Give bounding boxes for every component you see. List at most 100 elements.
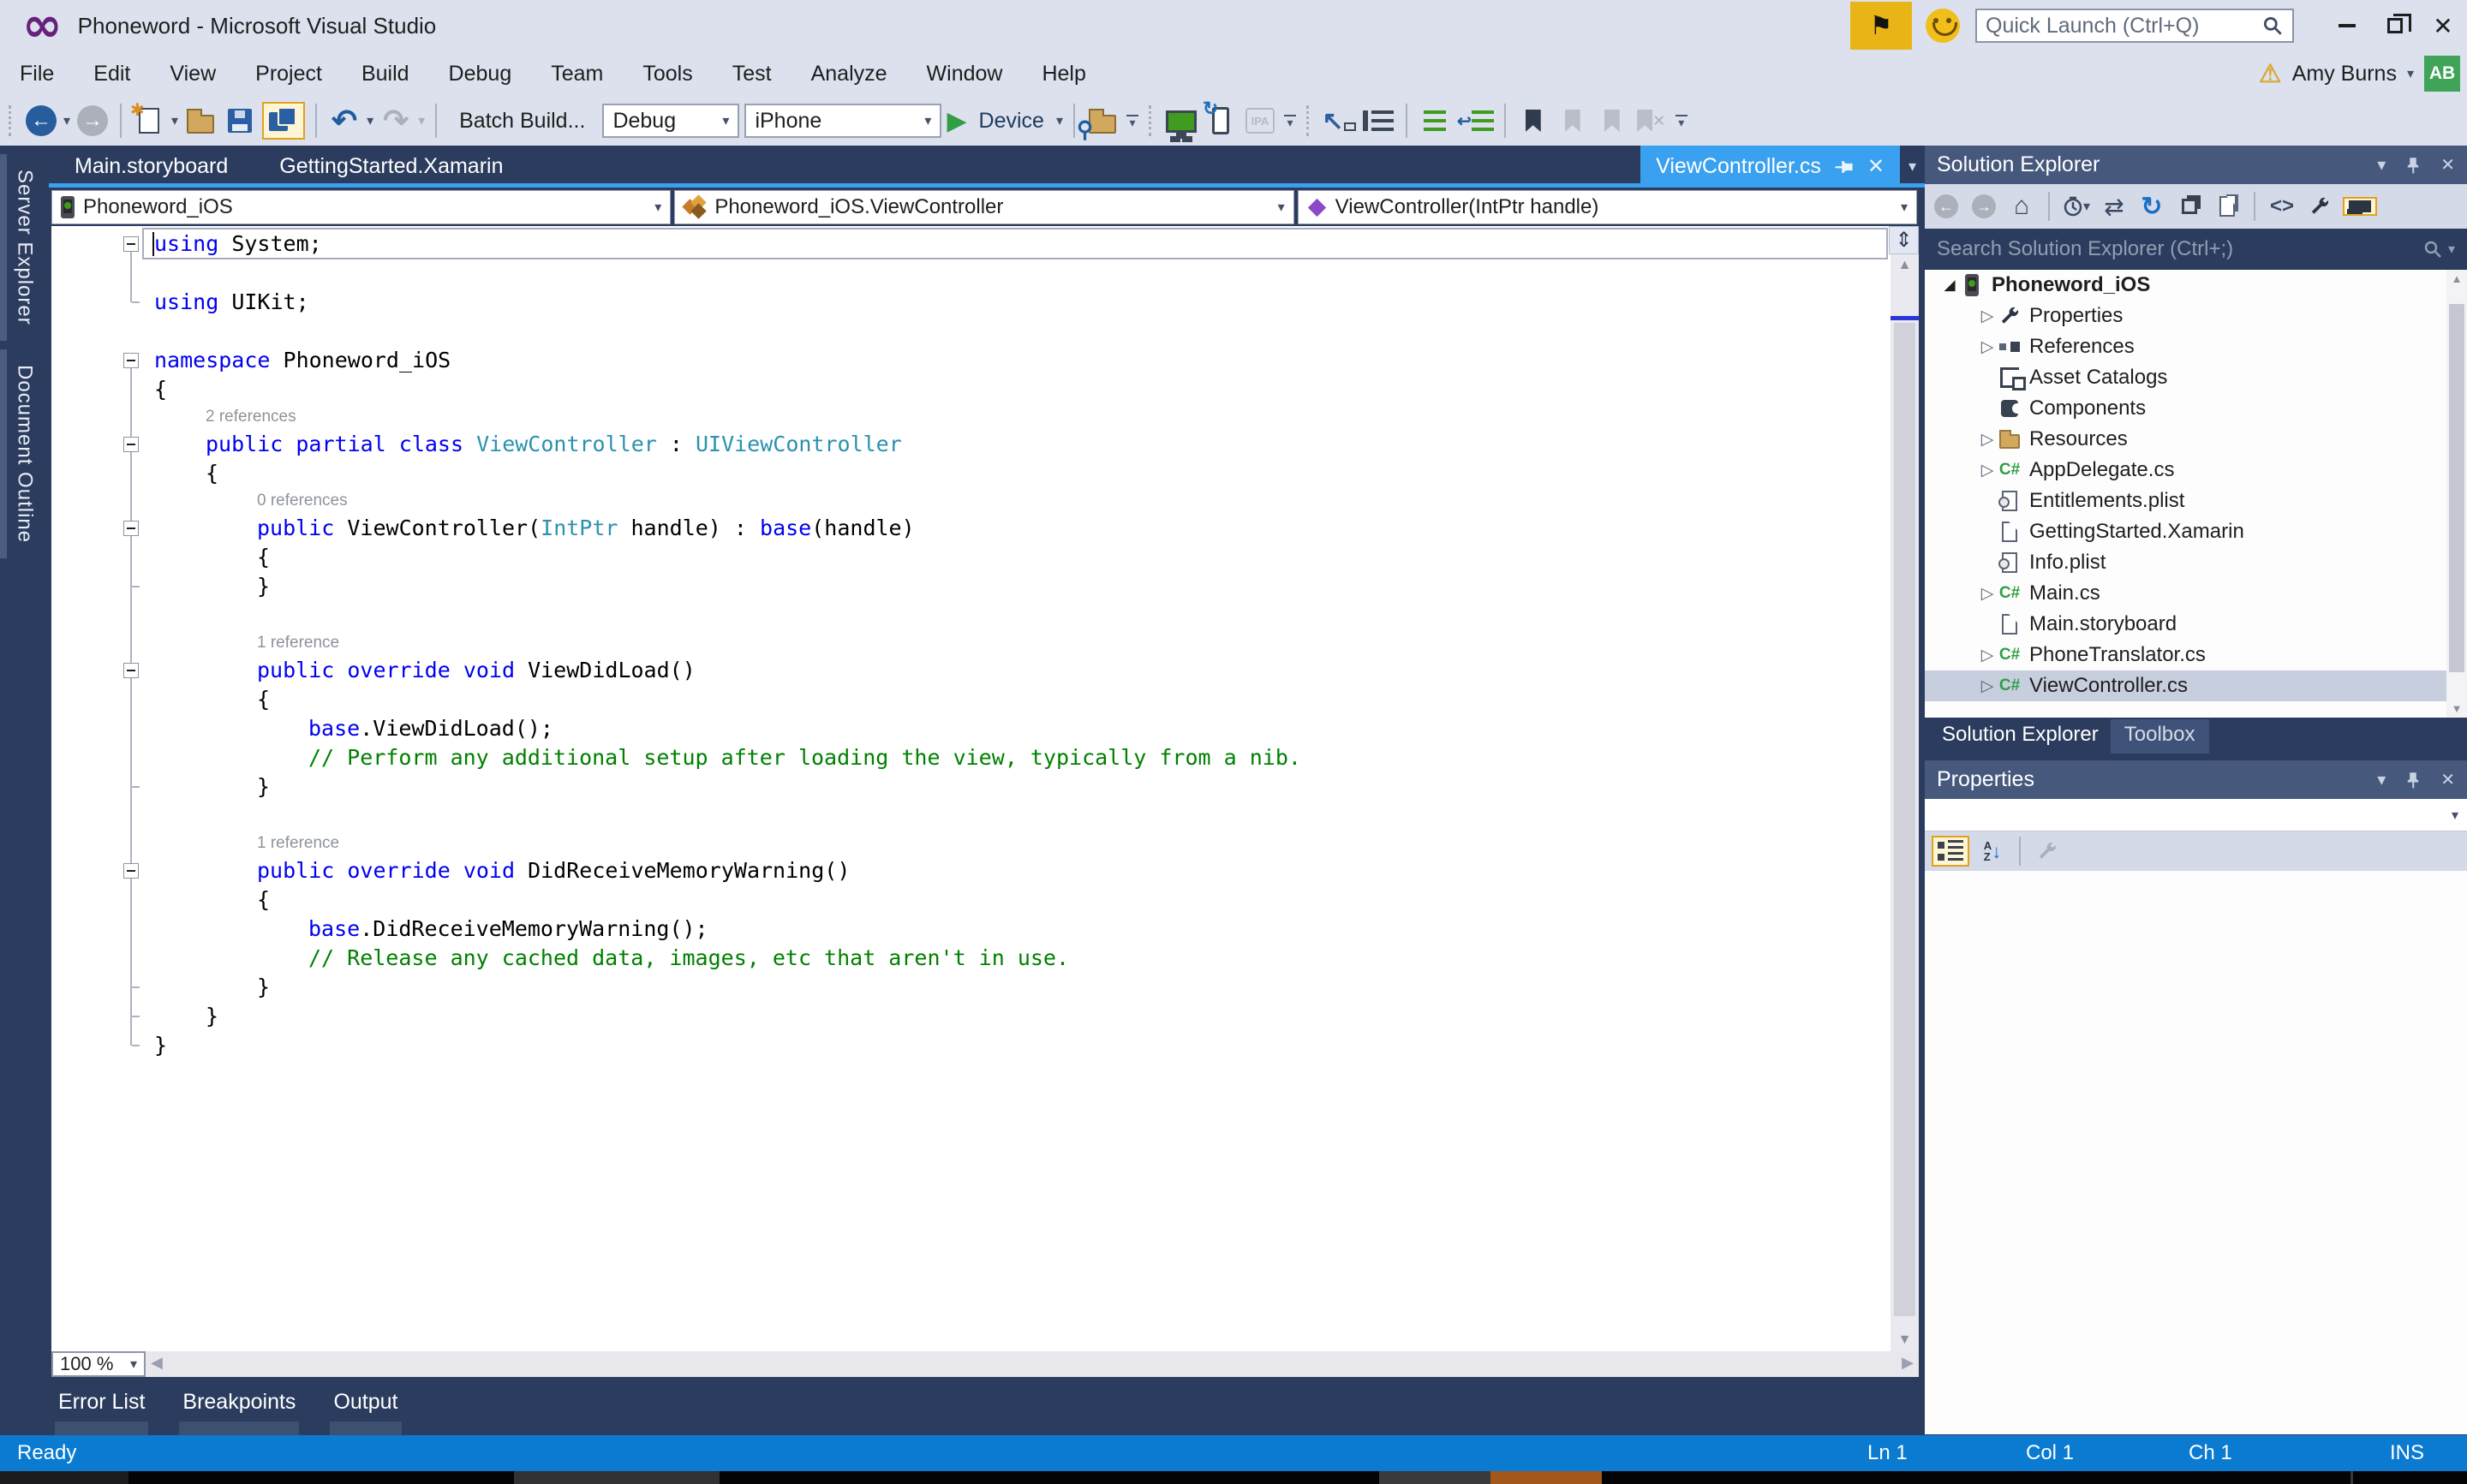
- menu-item-team[interactable]: Team: [531, 51, 623, 96]
- member-dropdown[interactable]: ViewController(IntPtr handle) ▾: [1297, 190, 1917, 224]
- properties-header[interactable]: Properties ▾ ✕: [1925, 760, 2467, 799]
- avatar[interactable]: AB: [2424, 56, 2460, 92]
- batch-build-button[interactable]: Batch Build...: [447, 109, 597, 134]
- close-button[interactable]: ✕: [2419, 2, 2467, 50]
- property-pages-wrench-icon[interactable]: [2033, 835, 2062, 867]
- fold-collapse-box[interactable]: [123, 353, 139, 368]
- menu-item-test[interactable]: Test: [713, 51, 791, 96]
- pending-changes-filter-icon[interactable]: ▾: [2062, 190, 2091, 223]
- minimize-button[interactable]: [2323, 2, 2371, 50]
- tree-item-phoneword-ios[interactable]: ◢ Phoneword_iOS: [1925, 270, 2467, 301]
- codelens-references[interactable]: 2 references: [51, 404, 1919, 430]
- menu-item-file[interactable]: File: [0, 51, 74, 96]
- clear-bookmarks-button[interactable]: ✕: [1634, 102, 1669, 140]
- fold-collapse-box[interactable]: [123, 437, 139, 452]
- feedback-smiley-button[interactable]: [1926, 9, 1960, 43]
- new-file-chevron-icon[interactable]: ▾: [171, 112, 178, 129]
- increase-indent-button[interactable]: ↩: [1457, 102, 1494, 140]
- scroll-up-icon[interactable]: ▲: [2446, 272, 2467, 285]
- quick-launch-input[interactable]: Quick Launch (Ctrl+Q): [1975, 9, 2294, 43]
- decrease-indent-button[interactable]: [1418, 102, 1452, 140]
- tree-item-main-storyboard[interactable]: Main.storyboard: [1925, 609, 2467, 640]
- toolbar-grip[interactable]: [9, 105, 15, 136]
- side-tab-server-explorer[interactable]: Server Explorer: [0, 154, 49, 341]
- preview-selected-items-toggle[interactable]: [2343, 197, 2377, 216]
- tree-item-components[interactable]: Components: [1925, 393, 2467, 424]
- collapse-all-icon[interactable]: [2175, 190, 2204, 223]
- navigate-back-chevron-icon[interactable]: ▾: [63, 112, 70, 129]
- undo-chevron-icon[interactable]: ▾: [367, 112, 373, 129]
- tree-item-gettingstarted-xamarin[interactable]: GettingStarted.Xamarin: [1925, 516, 2467, 547]
- type-dropdown[interactable]: Phoneword_iOS.ViewController ▾: [674, 190, 1294, 224]
- toolbar-overflow-icon[interactable]: ▾: [1675, 115, 1687, 128]
- tree-item-viewcontroller-cs[interactable]: ▷ C# ViewController.cs: [1925, 670, 2467, 701]
- start-debug-button[interactable]: ▶ Device ▾: [947, 102, 1063, 140]
- restore-button[interactable]: [2371, 2, 2419, 50]
- properties-wrench-icon[interactable]: [2305, 190, 2334, 223]
- tree-item-entitlements-plist[interactable]: Entitlements.plist: [1925, 486, 2467, 516]
- scrollbar-thumb[interactable]: [2449, 304, 2464, 672]
- solution-explorer-header[interactable]: Solution Explorer ▾ ✕: [1925, 146, 2467, 184]
- device-rotate-button[interactable]: ↻: [1203, 98, 1238, 140]
- tree-item-resources[interactable]: ▷ Resources: [1925, 424, 2467, 455]
- solution-explorer-search[interactable]: Search Solution Explorer (Ctrl+;) ▾: [1925, 229, 2467, 270]
- fold-collapse-box[interactable]: [123, 663, 139, 678]
- tree-item-references[interactable]: ▷ References: [1925, 331, 2467, 362]
- tab-viewcontroller-cs[interactable]: ViewController.cs ✕: [1640, 146, 1900, 188]
- previous-bookmark-button[interactable]: [1556, 102, 1590, 140]
- fold-collapse-box[interactable]: [123, 521, 139, 536]
- document-outline-button[interactable]: [1361, 102, 1395, 140]
- expander-collapsed-icon[interactable]: ▷: [1978, 430, 1997, 450]
- expander-collapsed-icon[interactable]: ▷: [1978, 337, 1997, 357]
- tab-gettingstarted-xamarin[interactable]: GettingStarted.Xamarin: [254, 146, 529, 188]
- expander-collapsed-icon[interactable]: ▷: [1978, 461, 1997, 480]
- pin-icon[interactable]: [2404, 157, 2422, 174]
- toolbar-grip[interactable]: [1305, 105, 1313, 136]
- home-icon[interactable]: ⌂: [2007, 190, 2036, 223]
- bottom-tab-breakpoints[interactable]: Breakpoints: [179, 1377, 300, 1435]
- solution-configuration-combo[interactable]: Debug ▾: [602, 104, 740, 138]
- menu-item-help[interactable]: Help: [1022, 51, 1105, 96]
- toolbar-grip[interactable]: [1148, 105, 1156, 136]
- menu-item-analyze[interactable]: Analyze: [791, 51, 907, 96]
- toggle-bookmark-button[interactable]: [1516, 102, 1550, 140]
- tree-item-main-cs[interactable]: ▷ C# Main.cs: [1925, 578, 2467, 609]
- publish-ipa-button[interactable]: IPA: [1243, 102, 1277, 140]
- tab-main-storyboard[interactable]: Main.storyboard: [49, 146, 254, 188]
- tree-vertical-scrollbar[interactable]: ▲ ▼: [2446, 270, 2467, 718]
- open-file-button[interactable]: [183, 102, 218, 140]
- solution-tree[interactable]: ◢ Phoneword_iOS ▷ Properties ▷ References Asse…: [1925, 270, 2467, 718]
- select-pointer-button[interactable]: ↖: [1322, 102, 1356, 140]
- toolbar-overflow-icon[interactable]: ▾: [1283, 115, 1296, 128]
- menu-item-debug[interactable]: Debug: [429, 51, 532, 96]
- expander-collapsed-icon[interactable]: ▷: [1978, 676, 1997, 696]
- properties-object-combo[interactable]: ▾: [1925, 799, 2467, 831]
- save-all-button[interactable]: [262, 102, 306, 140]
- expander-collapsed-icon[interactable]: ▷: [1978, 646, 1997, 665]
- code-editor[interactable]: using System; using UIKit; namespace Phone…: [51, 226, 1919, 1351]
- editor-horizontal-scrollbar[interactable]: ◀ ▶: [146, 1351, 1919, 1377]
- ios-simulator-button[interactable]: [1164, 102, 1198, 140]
- editor-zoom-combo[interactable]: 100 % ▾: [51, 1351, 146, 1377]
- window-menu-chevron-icon[interactable]: ▾: [2377, 154, 2386, 176]
- scroll-down-icon[interactable]: ▼: [2446, 702, 2467, 715]
- project-dropdown[interactable]: Phoneword_iOS ▾: [51, 190, 672, 224]
- alphabetical-sort-button[interactable]: A Z ↓: [1978, 835, 2007, 867]
- tree-item-phonetranslator-cs[interactable]: ▷ C# PhoneTranslator.cs: [1925, 640, 2467, 670]
- expander-expanded-icon[interactable]: ◢: [1940, 277, 1959, 294]
- editor-vertical-scrollbar[interactable]: ▲ ▼: [1891, 254, 1919, 1351]
- signed-in-user[interactable]: Amy Burns: [2292, 62, 2397, 86]
- tab-list-chevron-icon[interactable]: ▾: [1900, 146, 1925, 188]
- forward-button[interactable]: →: [1969, 190, 1998, 223]
- expander-collapsed-icon[interactable]: ▷: [1978, 307, 1997, 326]
- menu-item-window[interactable]: Window: [907, 51, 1023, 96]
- next-bookmark-button[interactable]: [1595, 102, 1629, 140]
- search-options-chevron-icon[interactable]: ▾: [2448, 241, 2455, 258]
- user-menu-chevron-icon[interactable]: ▾: [2407, 65, 2414, 82]
- refresh-icon[interactable]: ↻: [2137, 190, 2166, 223]
- navigate-backward-button[interactable]: ←: [24, 102, 58, 140]
- new-file-button[interactable]: ✱: [130, 101, 166, 140]
- close-panel-icon[interactable]: ✕: [2440, 769, 2455, 790]
- notifications-flag-button[interactable]: ⚑: [1850, 2, 1912, 50]
- tab-toolbox[interactable]: Toolbox: [2110, 719, 2209, 754]
